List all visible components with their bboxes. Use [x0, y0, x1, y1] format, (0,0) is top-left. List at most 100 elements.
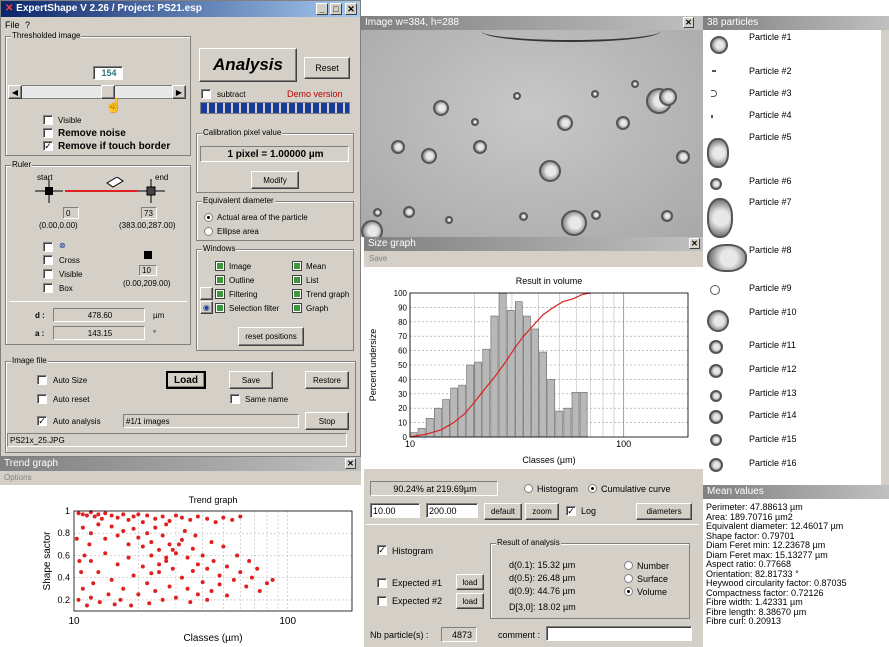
- particle-thumb-15[interactable]: [710, 434, 722, 446]
- particle-thumb-7[interactable]: [707, 198, 733, 238]
- window-outline-toggle[interactable]: [215, 275, 225, 285]
- particle-thumb-10[interactable]: [707, 310, 729, 332]
- histogram-checkbox[interactable]: ✓: [377, 545, 387, 555]
- particle-item[interactable]: Particle #4: [749, 110, 792, 120]
- remove-noise-checkbox[interactable]: [43, 128, 53, 138]
- restore-button[interactable]: Restore: [305, 371, 349, 389]
- particle-item[interactable]: Particle #8: [749, 245, 792, 255]
- menu-file[interactable]: File: [5, 20, 20, 30]
- particle-thumb-4[interactable]: [711, 115, 713, 118]
- particle-item[interactable]: Particle #7: [749, 197, 792, 207]
- particle-item[interactable]: Particle #3: [749, 88, 792, 98]
- particle-item[interactable]: Particle #13: [749, 388, 797, 398]
- particle-item[interactable]: Particle #14: [749, 410, 797, 420]
- log-checkbox[interactable]: ✓: [566, 506, 576, 516]
- particle-item[interactable]: Particle #12: [749, 364, 797, 374]
- particle-thumb-13[interactable]: [710, 390, 722, 402]
- max-field[interactable]: 200.00: [426, 503, 478, 518]
- window-graph-toggle[interactable]: [292, 303, 302, 313]
- auto-size-checkbox[interactable]: [37, 375, 47, 385]
- auto-reset-checkbox[interactable]: [37, 394, 47, 404]
- particle-thumb-12[interactable]: [709, 364, 723, 378]
- window-trend-toggle[interactable]: [292, 289, 302, 299]
- reset-positions-button[interactable]: reset positions: [238, 327, 304, 346]
- cross-checkbox[interactable]: [43, 255, 53, 265]
- particle-item[interactable]: Particle #2: [749, 66, 792, 76]
- histogram-radio[interactable]: [524, 484, 533, 493]
- particle-thumb-5[interactable]: [707, 138, 729, 168]
- particle-thumb-14[interactable]: [709, 410, 723, 424]
- window-list-toggle[interactable]: [292, 275, 302, 285]
- slider-left-arrow[interactable]: ◀: [8, 85, 22, 99]
- load-button[interactable]: Load: [166, 371, 206, 389]
- particle-thumb-16[interactable]: [709, 458, 723, 472]
- load-expected1-button[interactable]: load: [456, 574, 484, 590]
- particle-item[interactable]: Particle #6: [749, 176, 792, 186]
- cumulative-radio[interactable]: [588, 484, 597, 493]
- ellipse-area-radio[interactable]: [204, 227, 213, 236]
- threshold-value-field[interactable]: 154: [93, 66, 123, 80]
- same-name-checkbox[interactable]: [230, 394, 240, 404]
- expected1-checkbox[interactable]: [377, 578, 387, 588]
- default-button[interactable]: default: [484, 503, 522, 520]
- particle-thumb-8[interactable]: [707, 244, 747, 272]
- selection-side-button[interactable]: ◉: [200, 301, 213, 314]
- link-checkbox[interactable]: [43, 242, 53, 252]
- particle-thumb-9[interactable]: [710, 285, 720, 295]
- particles-list-scrollbar[interactable]: [881, 30, 889, 485]
- auto-analysis-checkbox[interactable]: ✓: [37, 416, 47, 426]
- particle-thumb-11[interactable]: [709, 340, 723, 354]
- ruler-start-move-icon[interactable]: [35, 179, 63, 203]
- eraser-icon[interactable]: [106, 177, 124, 188]
- min-field[interactable]: 10.00: [370, 503, 420, 518]
- analysis-button[interactable]: Analysis: [199, 48, 297, 82]
- remove-touch-checkbox[interactable]: ✓: [43, 141, 53, 151]
- surface-radio[interactable]: [624, 574, 633, 583]
- window-mean-toggle[interactable]: [292, 261, 302, 271]
- actual-area-radio[interactable]: [204, 213, 213, 222]
- visible-checkbox[interactable]: [43, 115, 53, 125]
- particle-thumb-2[interactable]: [712, 70, 716, 72]
- subtract-checkbox[interactable]: [201, 89, 211, 99]
- particle-item[interactable]: Particle #15: [749, 434, 797, 444]
- image-close-button[interactable]: ✕: [683, 17, 694, 28]
- trend-close-button[interactable]: ✕: [345, 458, 356, 469]
- stop-button[interactable]: Stop: [305, 412, 349, 430]
- load-expected2-button[interactable]: load: [456, 593, 484, 609]
- volume-radio[interactable]: [624, 587, 633, 596]
- box-checkbox[interactable]: [43, 283, 53, 293]
- particle-thumb-1[interactable]: [710, 36, 728, 54]
- menu-help[interactable]: ?: [25, 20, 30, 30]
- filtering-side-button[interactable]: [200, 287, 213, 300]
- size-graph-close-button[interactable]: ✕: [689, 238, 700, 249]
- close-button[interactable]: ✕: [345, 3, 357, 15]
- ruler-end-field[interactable]: 73: [141, 207, 157, 219]
- reset-button[interactable]: Reset: [304, 57, 350, 79]
- diameters-button[interactable]: diameters: [636, 503, 692, 520]
- slider-right-arrow[interactable]: ▶: [172, 85, 186, 99]
- maximize-button[interactable]: □: [330, 3, 342, 15]
- expected2-checkbox[interactable]: [377, 596, 387, 606]
- threshold-slider[interactable]: [8, 85, 186, 99]
- particle-item[interactable]: Particle #10: [749, 307, 797, 317]
- trend-options-menu[interactable]: Options: [4, 473, 32, 482]
- window-selection-toggle[interactable]: [215, 303, 225, 313]
- particle-item[interactable]: Particle #16: [749, 458, 797, 468]
- particle-thumb-6[interactable]: [710, 178, 722, 190]
- particle-item[interactable]: Particle #11: [749, 340, 796, 350]
- comment-field[interactable]: [546, 626, 692, 641]
- zoom-button[interactable]: zoom: [525, 503, 559, 520]
- number-radio[interactable]: [624, 561, 633, 570]
- minimize-button[interactable]: _: [316, 3, 328, 15]
- particle-item[interactable]: Particle #9: [749, 283, 792, 293]
- ruler-visible-checkbox[interactable]: [43, 269, 53, 279]
- ruler-start-field[interactable]: 0: [63, 207, 79, 219]
- ruler-graphic[interactable]: [31, 177, 171, 207]
- box-size-field[interactable]: 10: [139, 265, 157, 276]
- window-filtering-toggle[interactable]: [215, 289, 225, 299]
- modify-button[interactable]: Modify: [251, 171, 299, 189]
- save-button[interactable]: Save: [229, 371, 273, 389]
- particle-item[interactable]: Particle #5: [749, 132, 792, 142]
- window-image-toggle[interactable]: [215, 261, 225, 271]
- ruler-end-move-icon[interactable]: [137, 179, 165, 203]
